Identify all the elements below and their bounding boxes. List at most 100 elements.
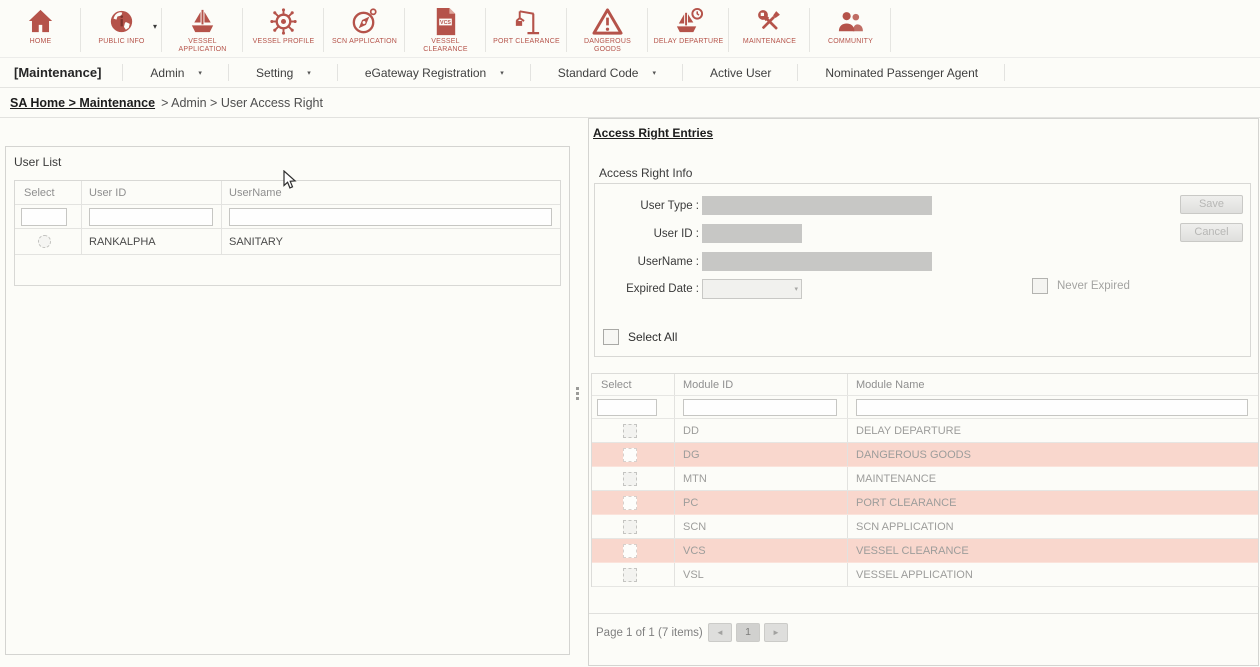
user-list-panel: User List Select User ID UserName RANKAL… (5, 146, 570, 655)
menu-nominated-passenger-agent[interactable]: Nominated Passenger Agent (798, 58, 1005, 87)
page-1-button[interactable]: 1 (736, 623, 760, 642)
col-header-select: Select (592, 374, 674, 395)
module-name-cell: DANGEROUS GOODS (847, 443, 1258, 466)
module-select-checkbox[interactable] (623, 448, 637, 462)
module-name-filter-input[interactable] (856, 399, 1248, 416)
nav-vessel-application[interactable]: VESSEL APPLICATION (162, 0, 243, 57)
module-select-checkbox[interactable] (623, 472, 637, 486)
module-table-row[interactable]: PC PORT CLEARANCE (592, 491, 1258, 515)
warning-icon (592, 6, 623, 37)
nav-home[interactable]: HOME (0, 0, 81, 57)
never-expired-checkbox[interactable] (1032, 278, 1048, 294)
module-name-cell: PORT CLEARANCE (847, 491, 1258, 514)
prev-page-button[interactable]: ◄ (708, 623, 732, 642)
col-header-user-id: User ID (81, 181, 221, 204)
tools-icon (754, 6, 785, 37)
globe-icon (106, 6, 137, 37)
crane-icon (511, 6, 542, 37)
user-table-header: Select User ID UserName (15, 181, 560, 205)
cancel-button[interactable]: Cancel (1180, 223, 1243, 242)
menu-setting[interactable]: Setting ▾ (229, 58, 338, 87)
menu-egateway-registration[interactable]: eGateway Registration ▾ (338, 58, 531, 87)
module-select-checkbox[interactable] (623, 568, 637, 582)
module-id-cell: DG (674, 443, 847, 466)
module-table-row[interactable]: MTN MAINTENANCE (592, 467, 1258, 491)
nav-maintenance[interactable]: MAINTENANCE (729, 0, 810, 57)
module-table-row[interactable]: VCS VESSEL CLEARANCE (592, 539, 1258, 563)
menu-label: Setting (256, 66, 293, 80)
select-all-option: Select All (603, 329, 677, 345)
next-page-button[interactable]: ► (764, 623, 788, 642)
expired-date-label: Expired Date : (595, 283, 699, 295)
user-name-filter-input[interactable] (229, 208, 552, 226)
user-id-cell: RANKALPHA (81, 229, 221, 254)
nav-label: VESSEL APPLICATION (166, 38, 240, 54)
nav-dangerous-goods[interactable]: DANGEROUS GOODS (567, 0, 648, 57)
nav-community[interactable]: COMMUNITY (810, 0, 891, 57)
module-table-row[interactable]: DG DANGEROUS GOODS (592, 443, 1258, 467)
user-table-row[interactable]: RANKALPHA SANITARY (15, 229, 560, 255)
module-select-checkbox[interactable] (623, 520, 637, 534)
nav-label: PUBLIC INFO (85, 38, 159, 46)
module-select-checkbox[interactable] (623, 544, 637, 558)
module-id-cell: VCS (674, 539, 847, 562)
module-id-cell: PC (674, 491, 847, 514)
module-id-filter-input[interactable] (683, 399, 837, 416)
nav-scn-application[interactable]: SCN APPLICATION (324, 0, 405, 57)
module-table-row[interactable]: SCN SCN APPLICATION (592, 515, 1258, 539)
module-name-cell: VESSEL CLEARANCE (847, 539, 1258, 562)
module-id-cell: SCN (674, 515, 847, 538)
save-button[interactable]: Save (1180, 195, 1243, 214)
never-expired-label: Never Expired (1057, 280, 1130, 292)
module-id-cell: MTN (674, 467, 847, 490)
menu-standard-code[interactable]: Standard Code ▾ (531, 58, 683, 87)
module-table: Select Module ID Module Name DD DELAY DE… (591, 373, 1259, 587)
chevron-down-icon: ▾ (794, 285, 798, 293)
select-filter-input[interactable] (21, 208, 67, 226)
never-expired-option: Never Expired (1032, 278, 1130, 294)
nav-port-clearance[interactable]: PORT CLEARANCE (486, 0, 567, 57)
module-select-checkbox[interactable] (623, 424, 637, 438)
helm-icon (268, 6, 299, 37)
menu-admin[interactable]: Admin ▾ (123, 58, 229, 87)
document-icon: VCS (430, 6, 461, 37)
svg-text:VCS: VCS (440, 20, 451, 26)
module-select-filter-input[interactable] (597, 399, 657, 416)
panel-splitter-handle[interactable] (576, 387, 579, 400)
menu-label: Active User (710, 66, 771, 80)
home-icon (25, 6, 56, 37)
nav-vessel-clearance[interactable]: VCS VESSEL CLEARANCE (405, 0, 486, 57)
access-right-info-label: Access Right Info (599, 166, 692, 180)
col-header-select: Select (15, 181, 81, 204)
user-id-field (702, 224, 802, 243)
access-right-entries-title[interactable]: Access Right Entries (593, 126, 713, 140)
user-type-label: User Type : (595, 200, 699, 212)
menu-active-user[interactable]: Active User (683, 58, 798, 87)
user-name-field (702, 252, 932, 271)
module-id-cell: DD (674, 419, 847, 442)
ship-icon (187, 6, 218, 37)
nav-public-info[interactable]: PUBLIC INFO ▾ (81, 0, 162, 57)
user-name-cell: SANITARY (221, 229, 560, 254)
menu-label: Admin (150, 66, 184, 80)
nav-delay-departure[interactable]: DELAY DEPARTURE (648, 0, 729, 57)
module-select-checkbox[interactable] (623, 496, 637, 510)
menu-bar: [Maintenance] Admin ▾ Setting ▾ eGateway… (0, 57, 1260, 88)
chevron-down-icon: ▾ (307, 69, 311, 77)
user-select-radio[interactable] (38, 235, 51, 248)
app-window: HOME PUBLIC INFO ▾ VESSEL APPLICATION (0, 0, 1260, 667)
chevron-down-icon[interactable]: ▾ (153, 22, 157, 31)
user-list-title: User List (14, 155, 61, 169)
breadcrumb-current: > Admin > User Access Right (161, 96, 323, 110)
module-table-row[interactable]: VSL VESSEL APPLICATION (592, 563, 1258, 587)
nav-vessel-profile[interactable]: VESSEL PROFILE (243, 0, 324, 57)
user-id-filter-input[interactable] (89, 208, 213, 226)
menu-label: Nominated Passenger Agent (825, 66, 978, 80)
breadcrumb-link[interactable]: SA Home > Maintenance (10, 96, 155, 110)
nav-label: VESSEL CLEARANCE (409, 38, 483, 54)
compass-icon (349, 6, 380, 37)
expired-date-field: ▾ (702, 279, 802, 299)
breadcrumb: SA Home > Maintenance > Admin > User Acc… (0, 89, 1260, 118)
select-all-checkbox[interactable] (603, 329, 619, 345)
module-table-row[interactable]: DD DELAY DEPARTURE (592, 419, 1258, 443)
